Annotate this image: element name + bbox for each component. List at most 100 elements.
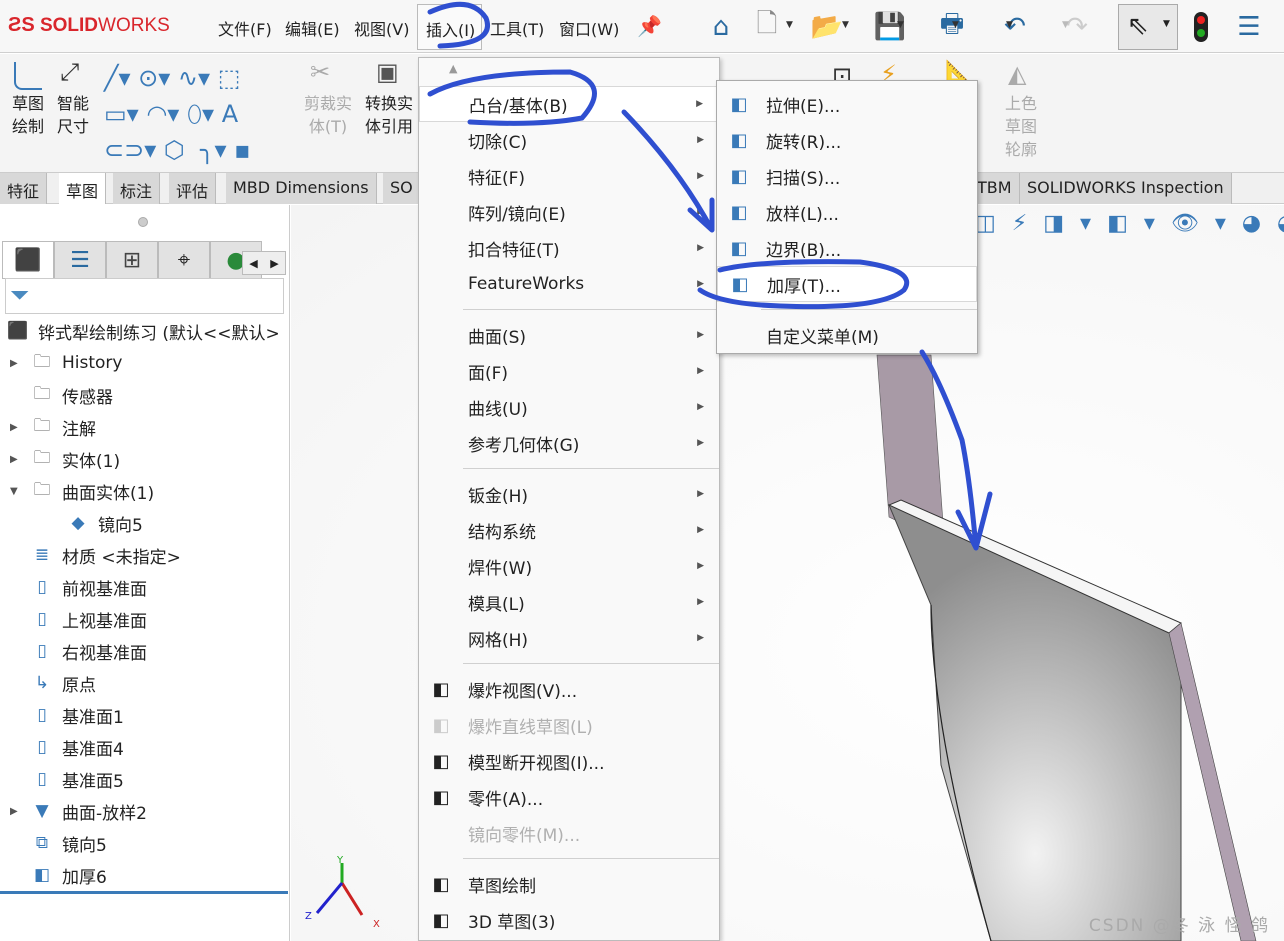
menu-window[interactable]: 窗口(W)	[559, 16, 619, 40]
menu-item[interactable]: 面(F) ▶	[419, 353, 719, 389]
tab-features[interactable]: 特征	[0, 173, 48, 204]
menu-item[interactable]: 扣合特征(T) ▶	[419, 230, 719, 266]
tree-item-label: 上视基准面	[62, 611, 147, 632]
tree-item-label: 右视基准面	[62, 643, 147, 664]
tab-solidworks-inspection[interactable]: SOLIDWORKS Inspection	[1020, 173, 1232, 204]
expand-icon[interactable]: ▶	[10, 806, 28, 817]
tree-item[interactable]: ≣ 材质 <未指定>	[0, 540, 181, 570]
menu-item[interactable]: FeatureWorks ▶	[419, 266, 719, 302]
expand-icon[interactable]: ▶	[10, 358, 28, 369]
menu-edit[interactable]: 编辑(E)	[285, 16, 340, 40]
tree-item[interactable]: ▶ ▼ 曲面-放样2	[0, 796, 147, 826]
feature-manager-tab-icon[interactable]: ⬛	[2, 241, 54, 279]
tree-item[interactable]: ↳ 原点	[0, 668, 96, 698]
menu-item[interactable]: ◧ 放样(L)...	[717, 194, 977, 230]
tab-evaluate[interactable]: 评估	[169, 173, 217, 204]
panel-tab-scroll[interactable]: ◀ ▶	[242, 251, 286, 275]
chevron-down-icon[interactable]: ▼	[786, 20, 793, 30]
plane-icon: ▯	[37, 737, 47, 757]
expand-icon[interactable]: ▶	[10, 422, 28, 433]
submenu-arrow-icon: ▶	[697, 330, 704, 340]
convert-entities-button[interactable]: 转换实体引用	[362, 92, 416, 138]
tab-sketch[interactable]: 草图	[59, 173, 107, 204]
menu-item[interactable]: 参考几何体(G) ▶	[419, 425, 719, 461]
scroll-right-icon[interactable]: ▶	[270, 257, 278, 270]
menu-item[interactable]: ◧ 拉伸(E)...	[717, 86, 977, 122]
menu-tools[interactable]: 工具(T)	[490, 16, 544, 40]
menu-item[interactable]: ◧ 扫描(S)...	[717, 158, 977, 194]
tree-item-label: History	[62, 353, 123, 373]
menu-item[interactable]: ◧ 爆炸视图(V)...	[419, 671, 719, 707]
menu-item[interactable]: 阵列/镜向(E) ▶	[419, 194, 719, 230]
tree-item[interactable]: ◆ 镜向5	[36, 508, 142, 538]
menu-item[interactable]: 曲线(U) ▶	[419, 389, 719, 425]
chevron-down-icon[interactable]: ▼	[897, 20, 904, 30]
menu-file[interactable]: 文件(F)	[218, 16, 272, 40]
options-icon[interactable]: ☰	[1232, 10, 1266, 44]
splitter-handle[interactable]	[138, 217, 148, 227]
menu-item[interactable]: 自定义菜单(M)	[717, 317, 977, 353]
smart-dimension-button[interactable]: 智能尺寸	[54, 92, 92, 138]
tree-item[interactable]: ⧉ 镜向5	[0, 828, 107, 858]
menu-item[interactable]: 切除(C) ▶	[419, 122, 719, 158]
tree-root-part[interactable]: ⬛ 铧式犁绘制练习 (默认<<默认>	[4, 316, 279, 346]
rollback-bar[interactable]	[0, 891, 288, 894]
tree-item[interactable]: ▯ 右视基准面	[0, 636, 147, 666]
select-button[interactable]: ⇖ ▼	[1118, 4, 1178, 50]
tree-item[interactable]: ◧ 加厚6	[0, 860, 107, 890]
configuration-manager-tab-icon[interactable]: ⊞	[106, 241, 158, 279]
menu-item[interactable]: ◧ 旋转(R)...	[717, 122, 977, 158]
shaded-sketch-button[interactable]: 上色草图轮廓	[1002, 92, 1040, 161]
tree-item[interactable]: ▶ 🗀 注解	[0, 412, 96, 442]
menu-item[interactable]: 网格(H) ▶	[419, 620, 719, 656]
menu-item[interactable]: 特征(F) ▶	[419, 158, 719, 194]
property-manager-tab-icon[interactable]: ☰	[54, 241, 106, 279]
menu-item[interactable]: 焊件(W) ▶	[419, 548, 719, 584]
tree-item[interactable]: ▯ 前视基准面	[0, 572, 147, 602]
tree-item[interactable]: 🗀 传感器	[0, 380, 114, 410]
undo-icon[interactable]: ↶	[998, 10, 1032, 44]
menu-item[interactable]: 钣金(H) ▶	[419, 476, 719, 512]
menu-item[interactable]: ◧ 加厚(T)...	[717, 266, 977, 302]
menu-item[interactable]: 模具(L) ▶	[419, 584, 719, 620]
new-document-icon[interactable]: 🗋	[750, 9, 784, 44]
chevron-down-icon[interactable]: ▼	[1062, 20, 1069, 30]
sketch-tools-icons[interactable]: ╱▾ ⊙▾ ∿▾ ⬚ ▭▾ ◠▾ ⬯▾ A ⊂⊃▾ ⬡ ╮▾ ▪	[104, 60, 251, 168]
tree-item[interactable]: ▯ 基准面5	[0, 764, 124, 794]
tab-markup[interactable]: 标注	[113, 173, 161, 204]
tab-solidworks-addins[interactable]: SO	[383, 173, 421, 204]
menu-item[interactable]: ◧ 草图绘制	[419, 866, 719, 902]
trim-button[interactable]: 剪裁实体(T)	[300, 92, 356, 138]
menu-insert[interactable]: 插入(I)	[417, 4, 482, 50]
chevron-down-icon[interactable]: ▼	[952, 20, 959, 30]
tab-mbd-dimensions[interactable]: MBD Dimensions	[226, 173, 377, 204]
menu-item[interactable]: 曲面(S) ▶	[419, 317, 719, 353]
tree-item[interactable]: ▶ 🗀 实体(1)	[0, 444, 120, 474]
scroll-left-icon[interactable]: ◀	[249, 257, 257, 270]
menu-item[interactable]: ◧ 零件(A)...	[419, 779, 719, 815]
menu-view[interactable]: 视图(V)	[354, 16, 409, 40]
pin-icon[interactable]: 📌	[637, 14, 662, 38]
collapse-icon[interactable]: ▼	[10, 486, 28, 497]
tree-item[interactable]: ▶ 🗀 History	[0, 348, 122, 378]
chevron-down-icon[interactable]: ▼	[842, 20, 849, 30]
dimxpert-tab-icon[interactable]: ⌖	[158, 241, 210, 279]
rebuild-icon[interactable]	[1194, 12, 1208, 42]
tree-item[interactable]: ▯ 基准面1	[0, 700, 124, 730]
chevron-down-icon[interactable]: ▼	[1006, 20, 1013, 30]
expand-icon[interactable]: ▶	[10, 454, 28, 465]
tree-item[interactable]: ▯ 基准面4	[0, 732, 124, 762]
tree-item[interactable]: ▯ 上视基准面	[0, 604, 147, 634]
tree-item-label: 加厚6	[62, 867, 107, 888]
menu-item[interactable]: 凸台/基体(B) ▶	[419, 86, 719, 122]
open-icon[interactable]: 📂	[810, 10, 844, 44]
home-icon[interactable]: ⌂	[704, 10, 738, 44]
scroll-up-icon[interactable]: ▲	[419, 58, 719, 86]
menu-item[interactable]: ◧ 3D 草图(3)	[419, 902, 719, 938]
menu-item[interactable]: ◧ 模型断开视图(I)...	[419, 743, 719, 779]
filter-bar[interactable]: ⏷	[5, 278, 284, 314]
menu-item[interactable]: 结构系统 ▶	[419, 512, 719, 548]
sketch-button[interactable]: 草图绘制	[9, 92, 47, 138]
tree-item[interactable]: ▼ 🗀 曲面实体(1)	[0, 476, 154, 506]
menu-item[interactable]: ◧ 边界(B)...	[717, 230, 977, 266]
